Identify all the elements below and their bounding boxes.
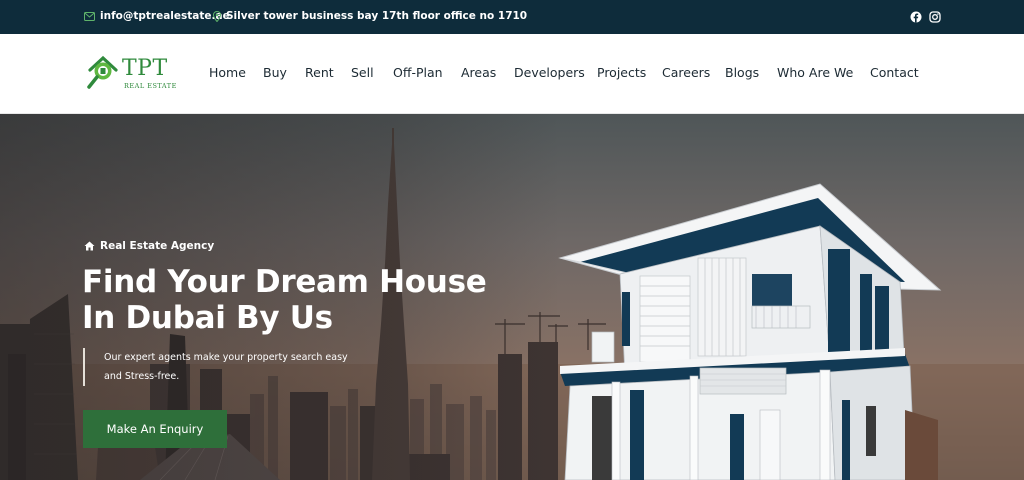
email-text: info@tptrealestate.ae [100, 10, 230, 22]
hero-desc-line-2: and Stress-free. [104, 371, 180, 382]
nav-projects[interactable]: Projects [597, 65, 646, 80]
nav-contact[interactable]: Contact [870, 65, 919, 80]
logo-subtitle: REAL ESTATE [124, 82, 177, 90]
nav-blogs[interactable]: Blogs [725, 65, 759, 80]
house-key-logo-icon [87, 55, 118, 89]
logo-name: TPT [122, 56, 168, 81]
main-header: TPT REAL ESTATE Home Buy Rent Sell Off-P… [0, 34, 1024, 114]
make-enquiry-button[interactable]: Make An Enquiry [83, 410, 227, 448]
nav-developers[interactable]: Developers [514, 65, 585, 80]
hero-description-text: Our expert agents make your property sea… [104, 348, 364, 386]
hero-title-line-1: Find Your Dream House [82, 264, 487, 300]
hero-tag: Real Estate Agency [84, 240, 214, 252]
nav-areas[interactable]: Areas [461, 65, 496, 80]
hero-title-line-2: In Dubai By Us [82, 300, 333, 336]
hero-section: Real Estate Agency Find Your Dream House… [0, 114, 1024, 480]
house-illustration [558, 183, 942, 480]
address-contact: Silver tower business bay 17th floor off… [213, 10, 527, 22]
hero-tag-text: Real Estate Agency [100, 240, 215, 252]
mail-icon [84, 11, 95, 21]
nav-rent[interactable]: Rent [305, 65, 334, 80]
address-text: Silver tower business bay 17th floor off… [226, 10, 528, 22]
nav-buy[interactable]: Buy [263, 65, 287, 80]
top-bar: info@tptrealestate.ae Silver tower busin… [0, 0, 1024, 34]
home-icon [84, 241, 95, 251]
nav-sell[interactable]: Sell [351, 65, 374, 80]
location-pin-icon [213, 10, 221, 22]
hero-description: Our expert agents make your property sea… [83, 348, 364, 386]
logo[interactable]: TPT REAL ESTATE [86, 54, 178, 94]
email-contact[interactable]: info@tptrealestate.ae [84, 10, 230, 22]
instagram-icon[interactable] [929, 11, 941, 23]
nav-home[interactable]: Home [209, 65, 246, 80]
nav-who-are-we[interactable]: Who Are We [777, 65, 853, 80]
nav-careers[interactable]: Careers [662, 65, 710, 80]
facebook-icon[interactable] [910, 11, 922, 23]
hero-title: Find Your Dream House In Dubai By Us [82, 264, 542, 336]
nav-off-plan[interactable]: Off-Plan [393, 65, 443, 80]
hero-desc-line-1: Our expert agents make your property sea… [104, 352, 348, 363]
